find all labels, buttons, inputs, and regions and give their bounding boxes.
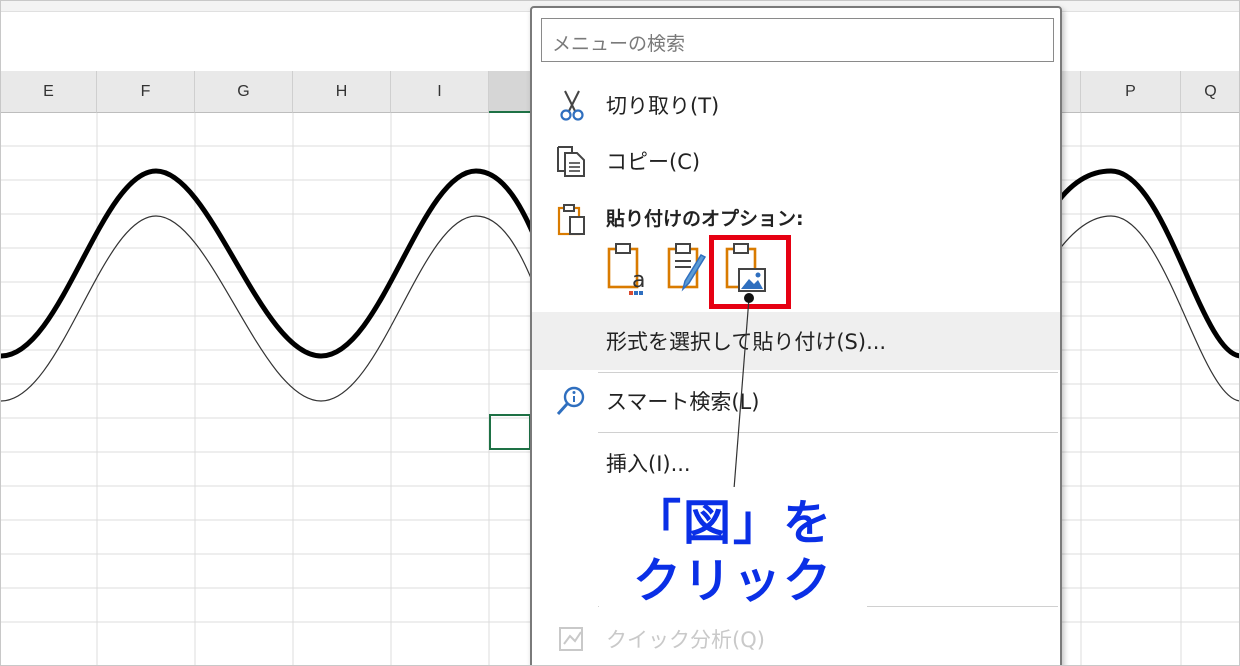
annotation-callout: 「図」を クリック (599, 487, 867, 621)
annotation-line-1: 「図」を (632, 495, 833, 551)
excel-window: E F G H I P Q メニューの検索 切り取り(T) コピー(C) 貼り付… (0, 0, 1240, 666)
annotation-line-2: クリック (632, 553, 833, 609)
